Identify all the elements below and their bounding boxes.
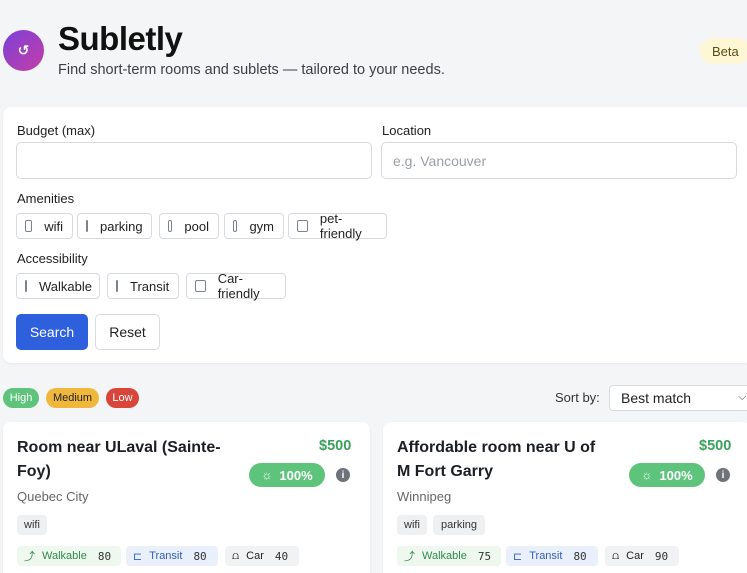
car-icon: ⩍ bbox=[612, 549, 620, 562]
transit-score: ⊏ Transit 80 bbox=[126, 546, 218, 566]
listing-city: Quebec City bbox=[17, 489, 89, 504]
transit-value: 80 bbox=[573, 549, 587, 563]
sort-label: Sort by: bbox=[555, 390, 600, 405]
checkbox[interactable] bbox=[195, 280, 206, 292]
amenity-pet-friendly[interactable]: pet-friendly bbox=[288, 211, 387, 241]
legend-low: Low bbox=[106, 388, 139, 408]
transit-value: 80 bbox=[193, 549, 207, 563]
car-icon: ⩍ bbox=[232, 549, 240, 562]
listing-price: $500 bbox=[319, 438, 352, 454]
legend-medium: Medium bbox=[46, 388, 99, 408]
amenities-label: Amenities bbox=[17, 191, 75, 206]
beta-badge: Beta bbox=[700, 38, 747, 64]
info-icon[interactable]: i bbox=[336, 468, 350, 482]
app-title: Subletly bbox=[58, 20, 183, 57]
sort-selected-value: Best match bbox=[621, 390, 692, 406]
reset-button[interactable]: Reset bbox=[95, 314, 160, 350]
walk-label: Walkable bbox=[422, 550, 467, 562]
budget-input[interactable] bbox=[16, 142, 372, 179]
amenity-label: wifi bbox=[44, 218, 63, 234]
match-score-badge: ☼ 100% bbox=[629, 463, 705, 487]
budget-label: Budget (max) bbox=[17, 123, 96, 138]
checkbox[interactable] bbox=[86, 220, 88, 232]
amenity-label: gym bbox=[249, 218, 274, 234]
legend-high: High bbox=[3, 388, 39, 408]
access-car-friendly[interactable]: Car-friendly bbox=[186, 271, 286, 301]
amenity-tag: wifi bbox=[397, 515, 427, 535]
transit-label: Transit bbox=[529, 550, 563, 562]
walk-score: ⤴ Walkable 80 bbox=[17, 546, 121, 566]
listing-price: $500 bbox=[699, 438, 732, 454]
amenity-wifi[interactable]: wifi bbox=[16, 213, 73, 239]
amenity-label: pet-friendly bbox=[319, 211, 362, 241]
filter-panel: Budget (max) Location Amenities wifi par… bbox=[3, 107, 747, 363]
info-icon[interactable]: i bbox=[716, 468, 730, 482]
location-input[interactable] bbox=[381, 142, 737, 179]
walk-score: ⤴ Walkable 75 bbox=[397, 546, 501, 566]
car-label: Car bbox=[626, 550, 644, 562]
checkbox[interactable] bbox=[116, 280, 118, 292]
app-subtitle: Find short-term rooms and sublets — tail… bbox=[58, 62, 445, 78]
amenity-gym[interactable]: gym bbox=[224, 213, 284, 239]
checkbox[interactable] bbox=[25, 220, 33, 232]
amenity-label: pool bbox=[184, 218, 209, 234]
checkbox[interactable] bbox=[233, 220, 238, 232]
car-score: ⩍ Car 90 bbox=[605, 546, 679, 566]
listing-title[interactable]: Affordable room near U of M Fort Garry bbox=[397, 436, 612, 484]
amenity-label: parking bbox=[100, 218, 143, 234]
amenity-pool[interactable]: pool bbox=[159, 213, 219, 239]
listing-card[interactable]: Room near ULaval (Sainte-Foy) $500 ☼ 100%… bbox=[3, 422, 370, 573]
walk-value: 75 bbox=[477, 549, 492, 563]
location-label: Location bbox=[382, 123, 432, 138]
match-score-badge: ☼ 100% bbox=[249, 463, 325, 487]
access-label: Car-friendly bbox=[217, 271, 260, 301]
checkbox[interactable] bbox=[297, 220, 308, 232]
listing-city: Winnipeg bbox=[397, 489, 452, 504]
access-label: Walkable bbox=[39, 278, 92, 294]
car-value: 90 bbox=[654, 549, 669, 563]
car-score: ⩍ Car 40 bbox=[225, 546, 299, 566]
transit-icon: ⊏ bbox=[513, 550, 523, 563]
transit-label: Transit bbox=[149, 550, 183, 562]
walk-icon: ⤴ bbox=[404, 551, 415, 563]
transit-icon: ⊏ bbox=[133, 550, 143, 563]
car-label: Car bbox=[246, 550, 264, 562]
walk-icon: ⤴ bbox=[24, 551, 35, 563]
checkbox[interactable] bbox=[25, 280, 27, 292]
sun-icon: ☼ bbox=[641, 468, 653, 482]
amenity-tag: wifi bbox=[17, 515, 47, 535]
checkbox[interactable] bbox=[168, 220, 173, 232]
search-button[interactable]: Search bbox=[16, 314, 88, 350]
walk-value: 80 bbox=[97, 549, 112, 563]
listing-title[interactable]: Room near ULaval (Sainte-Foy) bbox=[17, 436, 232, 484]
chevron-down-icon: ⌵ bbox=[738, 391, 747, 403]
sun-icon: ☼ bbox=[261, 468, 273, 482]
car-value: 40 bbox=[274, 549, 289, 563]
accessibility-label: Accessibility bbox=[17, 251, 88, 266]
transit-score: ⊏ Transit 80 bbox=[506, 546, 598, 566]
app-header: ↺ Subletly Find short-term rooms and sub… bbox=[0, 0, 747, 100]
match-score: 100% bbox=[659, 467, 693, 483]
walk-label: Walkable bbox=[42, 550, 87, 562]
match-score: 100% bbox=[279, 467, 313, 483]
access-transit[interactable]: Transit bbox=[107, 273, 179, 299]
amenity-parking[interactable]: parking bbox=[77, 213, 152, 239]
app-logo-icon[interactable]: ↺ bbox=[3, 30, 44, 71]
access-walkable[interactable]: Walkable bbox=[16, 273, 100, 299]
listing-card[interactable]: Affordable room near U of M Fort Garry $… bbox=[383, 422, 747, 573]
amenity-tag: parking bbox=[433, 515, 485, 535]
sort-select[interactable]: Best match ⌵ bbox=[609, 385, 747, 411]
access-label: Transit bbox=[130, 278, 170, 294]
